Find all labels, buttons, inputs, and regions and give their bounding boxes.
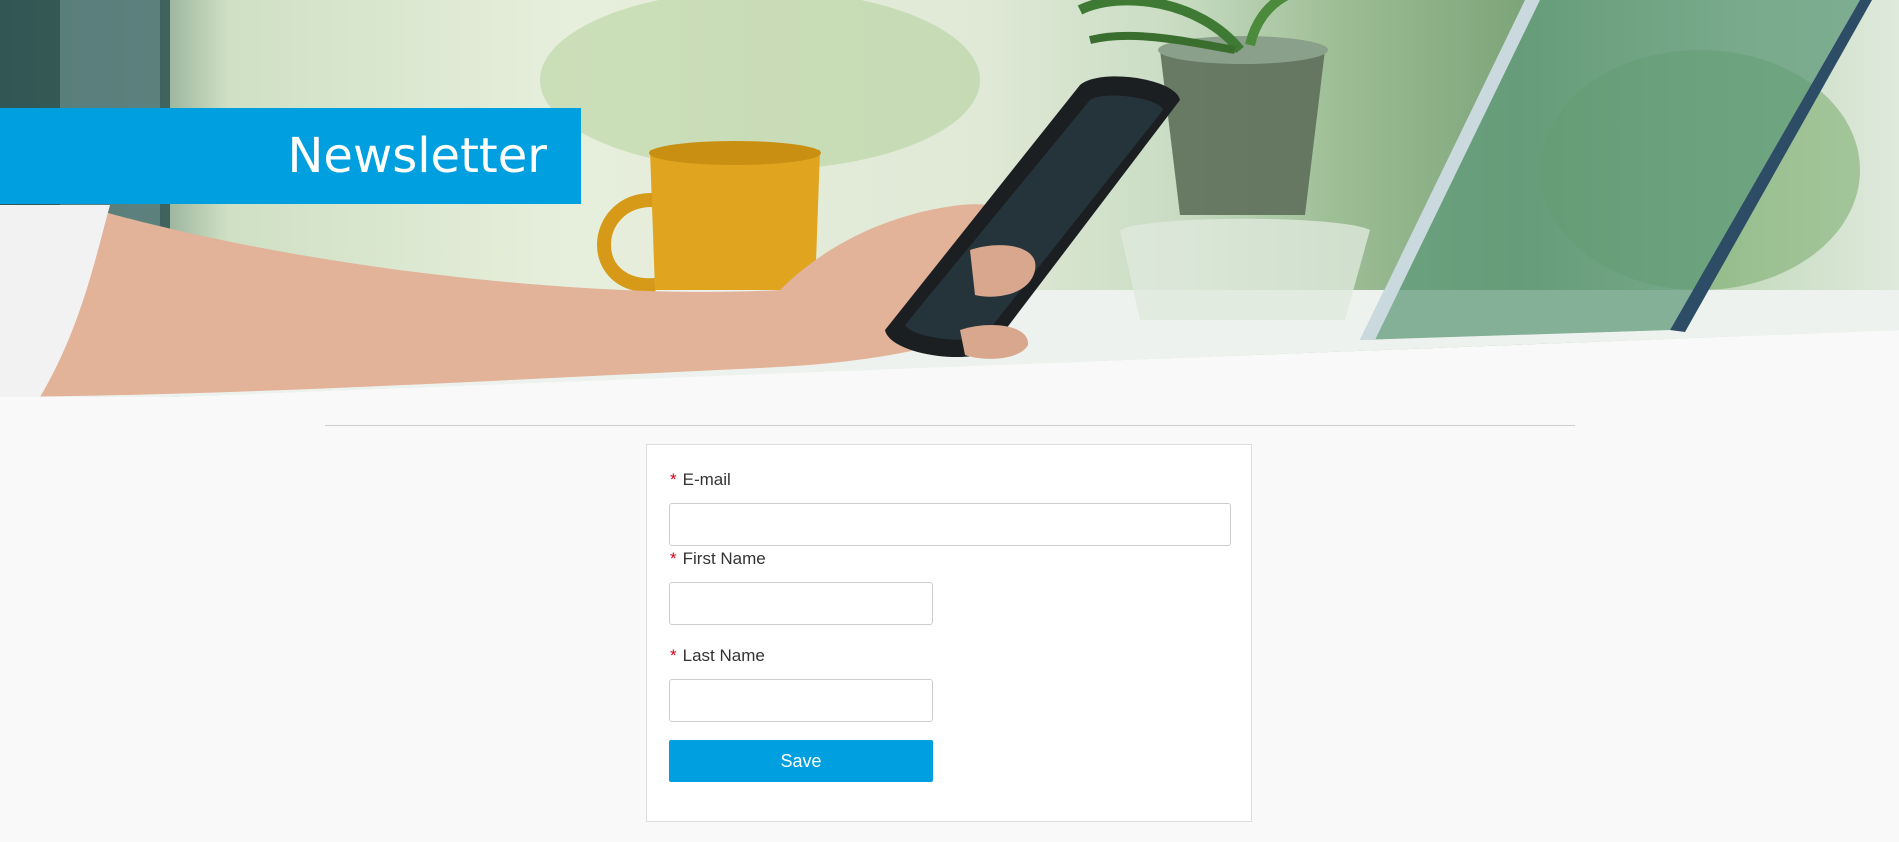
required-marker: * [670, 470, 677, 489]
last-name-label: * Last Name [670, 646, 765, 666]
save-button[interactable]: Save [669, 740, 933, 782]
required-marker: * [670, 549, 677, 568]
newsletter-form: * E-mail * First Name * Last Name Save [646, 444, 1252, 822]
last-name-field[interactable] [669, 679, 933, 722]
last-name-label-text: Last Name [682, 646, 765, 665]
newsletter-banner: Newsletter [0, 108, 581, 204]
page-title: Newsletter [287, 128, 547, 184]
required-marker: * [670, 646, 677, 665]
first-name-label: * First Name [670, 549, 766, 569]
first-name-field[interactable] [669, 582, 933, 625]
email-field[interactable] [669, 503, 1231, 546]
section-divider [325, 425, 1575, 426]
first-name-label-text: First Name [682, 549, 766, 568]
email-label-text: E-mail [682, 470, 731, 489]
email-label: * E-mail [670, 470, 731, 490]
